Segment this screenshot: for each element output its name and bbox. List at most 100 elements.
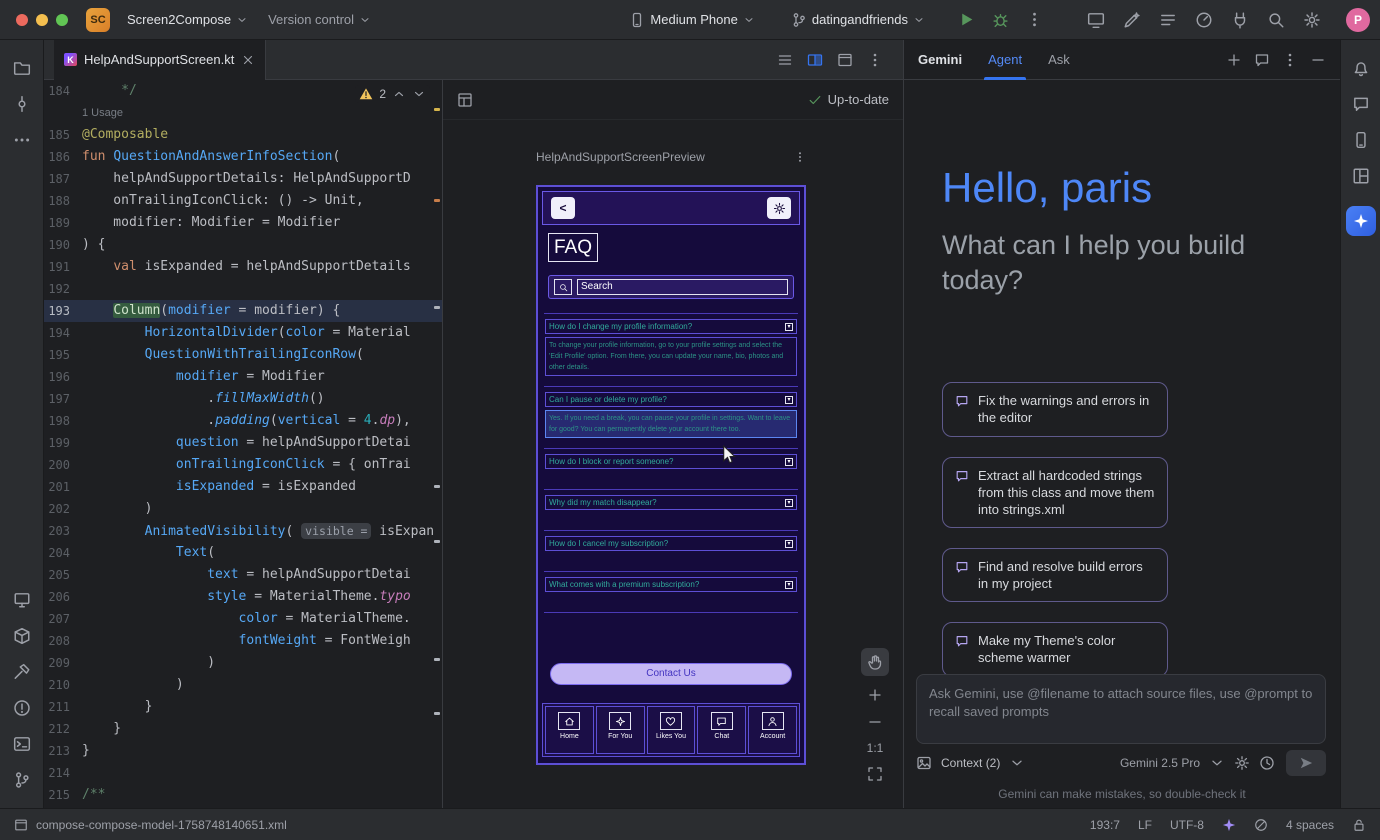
faq-question-row[interactable]: Why did my match disappear?▾ — [545, 495, 797, 510]
vcs-menu[interactable]: Version control — [261, 8, 378, 31]
error-stripe[interactable] — [433, 80, 441, 808]
gemini-menu-icon[interactable] — [1282, 52, 1298, 68]
device-selector[interactable]: Medium Phone — [622, 8, 761, 32]
suggestion-card[interactable]: Find and resolve build errors in my proj… — [942, 548, 1168, 602]
plugin-icon[interactable] — [1226, 6, 1254, 34]
expand-toggle-icon[interactable]: ▾ — [785, 396, 793, 404]
nav-item-account[interactable]: Account — [748, 706, 797, 754]
nav-item-chat[interactable]: Chat — [697, 706, 746, 754]
task-list-icon[interactable] — [1154, 6, 1182, 34]
terminal-icon[interactable] — [6, 728, 38, 760]
indent-setting[interactable]: 4 spaces — [1286, 818, 1334, 832]
status-bar: compose-compose-model-1758748140651.xml … — [0, 808, 1380, 840]
layout-inspector-icon[interactable] — [1345, 160, 1377, 192]
branch-menu[interactable]: datingandfriends — [784, 8, 932, 32]
lock-icon[interactable] — [1352, 818, 1366, 832]
zoom-out-icon[interactable] — [867, 714, 883, 730]
new-chat-icon[interactable] — [1226, 52, 1242, 68]
preview-layout-icon[interactable] — [457, 92, 473, 108]
expand-toggle-icon[interactable]: ▾ — [785, 540, 793, 548]
expand-toggle-icon[interactable]: ▾ — [785, 458, 793, 466]
problems-icon[interactable] — [6, 692, 38, 724]
faq-question-row[interactable]: Can I pause or delete my profile?▾ — [545, 392, 797, 407]
search-input[interactable]: Search — [577, 279, 788, 295]
history-icon[interactable] — [1259, 755, 1275, 771]
more-actions-button[interactable] — [1020, 6, 1048, 34]
preview-canvas[interactable]: HelpAndSupportScreenPreview < FAQ — [443, 120, 903, 808]
project-menu[interactable]: Screen2Compose — [120, 8, 255, 31]
context-dropdown[interactable]: Context (2) — [941, 756, 1000, 770]
next-issue-icon[interactable] — [412, 87, 426, 101]
back-button[interactable]: < — [551, 197, 575, 219]
preview-menu-icon[interactable] — [794, 151, 806, 163]
structure-list-icon[interactable] — [777, 52, 793, 68]
zoom-fit-icon[interactable] — [867, 766, 883, 782]
search-icon[interactable] — [1262, 6, 1290, 34]
dependencies-icon[interactable] — [6, 620, 38, 652]
zoom-ratio-label[interactable]: 1:1 — [867, 741, 884, 755]
gemini-chat-icon[interactable] — [1345, 88, 1377, 120]
line-separator[interactable]: LF — [1138, 818, 1152, 832]
minimize-window-button[interactable] — [36, 14, 48, 26]
close-tab-icon[interactable] — [241, 53, 255, 67]
editor-tab[interactable]: K HelpAndSupportScreen.kt — [54, 40, 266, 80]
run-button[interactable] — [952, 6, 980, 34]
running-devices-icon[interactable] — [6, 584, 38, 616]
attach-context-icon[interactable] — [916, 755, 932, 771]
version-control-icon[interactable] — [6, 764, 38, 796]
highlighting-level-icon[interactable] — [1254, 818, 1268, 832]
split-editor-icon[interactable] — [807, 52, 823, 68]
expand-toggle-icon[interactable]: ▾ — [785, 323, 793, 331]
tab-agent[interactable]: Agent — [988, 40, 1022, 80]
more-tools-icon[interactable] — [6, 124, 38, 156]
maximize-window-button[interactable] — [56, 14, 68, 26]
expand-toggle-icon[interactable]: ▾ — [785, 581, 793, 589]
debug-button[interactable] — [986, 6, 1014, 34]
nav-item-likes-you[interactable]: Likes You — [647, 706, 696, 754]
faq-question-row[interactable]: How do I cancel my subscription?▾ — [545, 536, 797, 551]
profile-avatar[interactable]: P — [1346, 8, 1370, 32]
suggestion-card[interactable]: Fix the warnings and errors in the edito… — [942, 382, 1168, 436]
notifications-icon[interactable] — [1345, 52, 1377, 84]
build-icon[interactable] — [6, 656, 38, 688]
tab-ask[interactable]: Ask — [1048, 40, 1070, 80]
gemini-input[interactable]: Ask Gemini, use @filename to attach sour… — [916, 674, 1326, 744]
pan-button[interactable] — [861, 648, 889, 676]
ai-completion-icon[interactable] — [1222, 818, 1236, 832]
project-folder-icon[interactable] — [6, 52, 38, 84]
conversations-icon[interactable] — [1254, 52, 1270, 68]
faq-question-row[interactable]: How do I change my profile information?▾ — [545, 319, 797, 334]
profiler-icon[interactable] — [1190, 6, 1218, 34]
ai-assist-icon[interactable] — [1118, 6, 1146, 34]
suggestion-card[interactable]: Make my Theme's color scheme warmer — [942, 622, 1168, 676]
nav-item-for-you[interactable]: For You — [596, 706, 645, 754]
previous-issue-icon[interactable] — [392, 87, 406, 101]
editor-menu-icon[interactable] — [867, 52, 883, 68]
phone-preview[interactable]: < FAQ Search — [536, 185, 806, 765]
file-encoding[interactable]: UTF-8 — [1170, 818, 1204, 832]
settings-button[interactable] — [767, 197, 791, 219]
model-dropdown[interactable]: Gemini 2.5 Pro — [1120, 756, 1200, 770]
hide-panel-icon[interactable] — [1310, 52, 1326, 68]
suggestion-card[interactable]: Extract all hardcoded strings from this … — [942, 457, 1168, 528]
status-file-name[interactable]: compose-compose-model-1758748140651.xml — [36, 818, 287, 832]
expand-toggle-icon[interactable]: ▾ — [785, 499, 793, 507]
close-window-button[interactable] — [16, 14, 28, 26]
faq-question-row[interactable]: How do I block or report someone?▾ — [545, 454, 797, 469]
gemini-settings-icon[interactable] — [1234, 755, 1250, 771]
gemini-button[interactable] — [1346, 206, 1376, 236]
send-button[interactable] — [1286, 750, 1326, 776]
device-manager-icon[interactable] — [1345, 124, 1377, 156]
faq-search-bar[interactable]: Search — [548, 275, 794, 299]
caret-position[interactable]: 193:7 — [1090, 818, 1120, 832]
commit-icon[interactable] — [6, 88, 38, 120]
settings-icon[interactable] — [1298, 6, 1326, 34]
code-editor[interactable]: 184 */1 Usage185@Composable186fun Questi… — [44, 80, 443, 808]
contact-us-button[interactable]: Contact Us — [550, 663, 792, 685]
detach-window-icon[interactable] — [837, 52, 853, 68]
inspection-widget[interactable]: 2 — [355, 85, 430, 103]
device-mirror-icon[interactable] — [1082, 6, 1110, 34]
zoom-in-icon[interactable] — [867, 687, 883, 703]
faq-question-row[interactable]: What comes with a premium subscription?▾ — [545, 577, 797, 592]
nav-item-home[interactable]: Home — [545, 706, 594, 754]
